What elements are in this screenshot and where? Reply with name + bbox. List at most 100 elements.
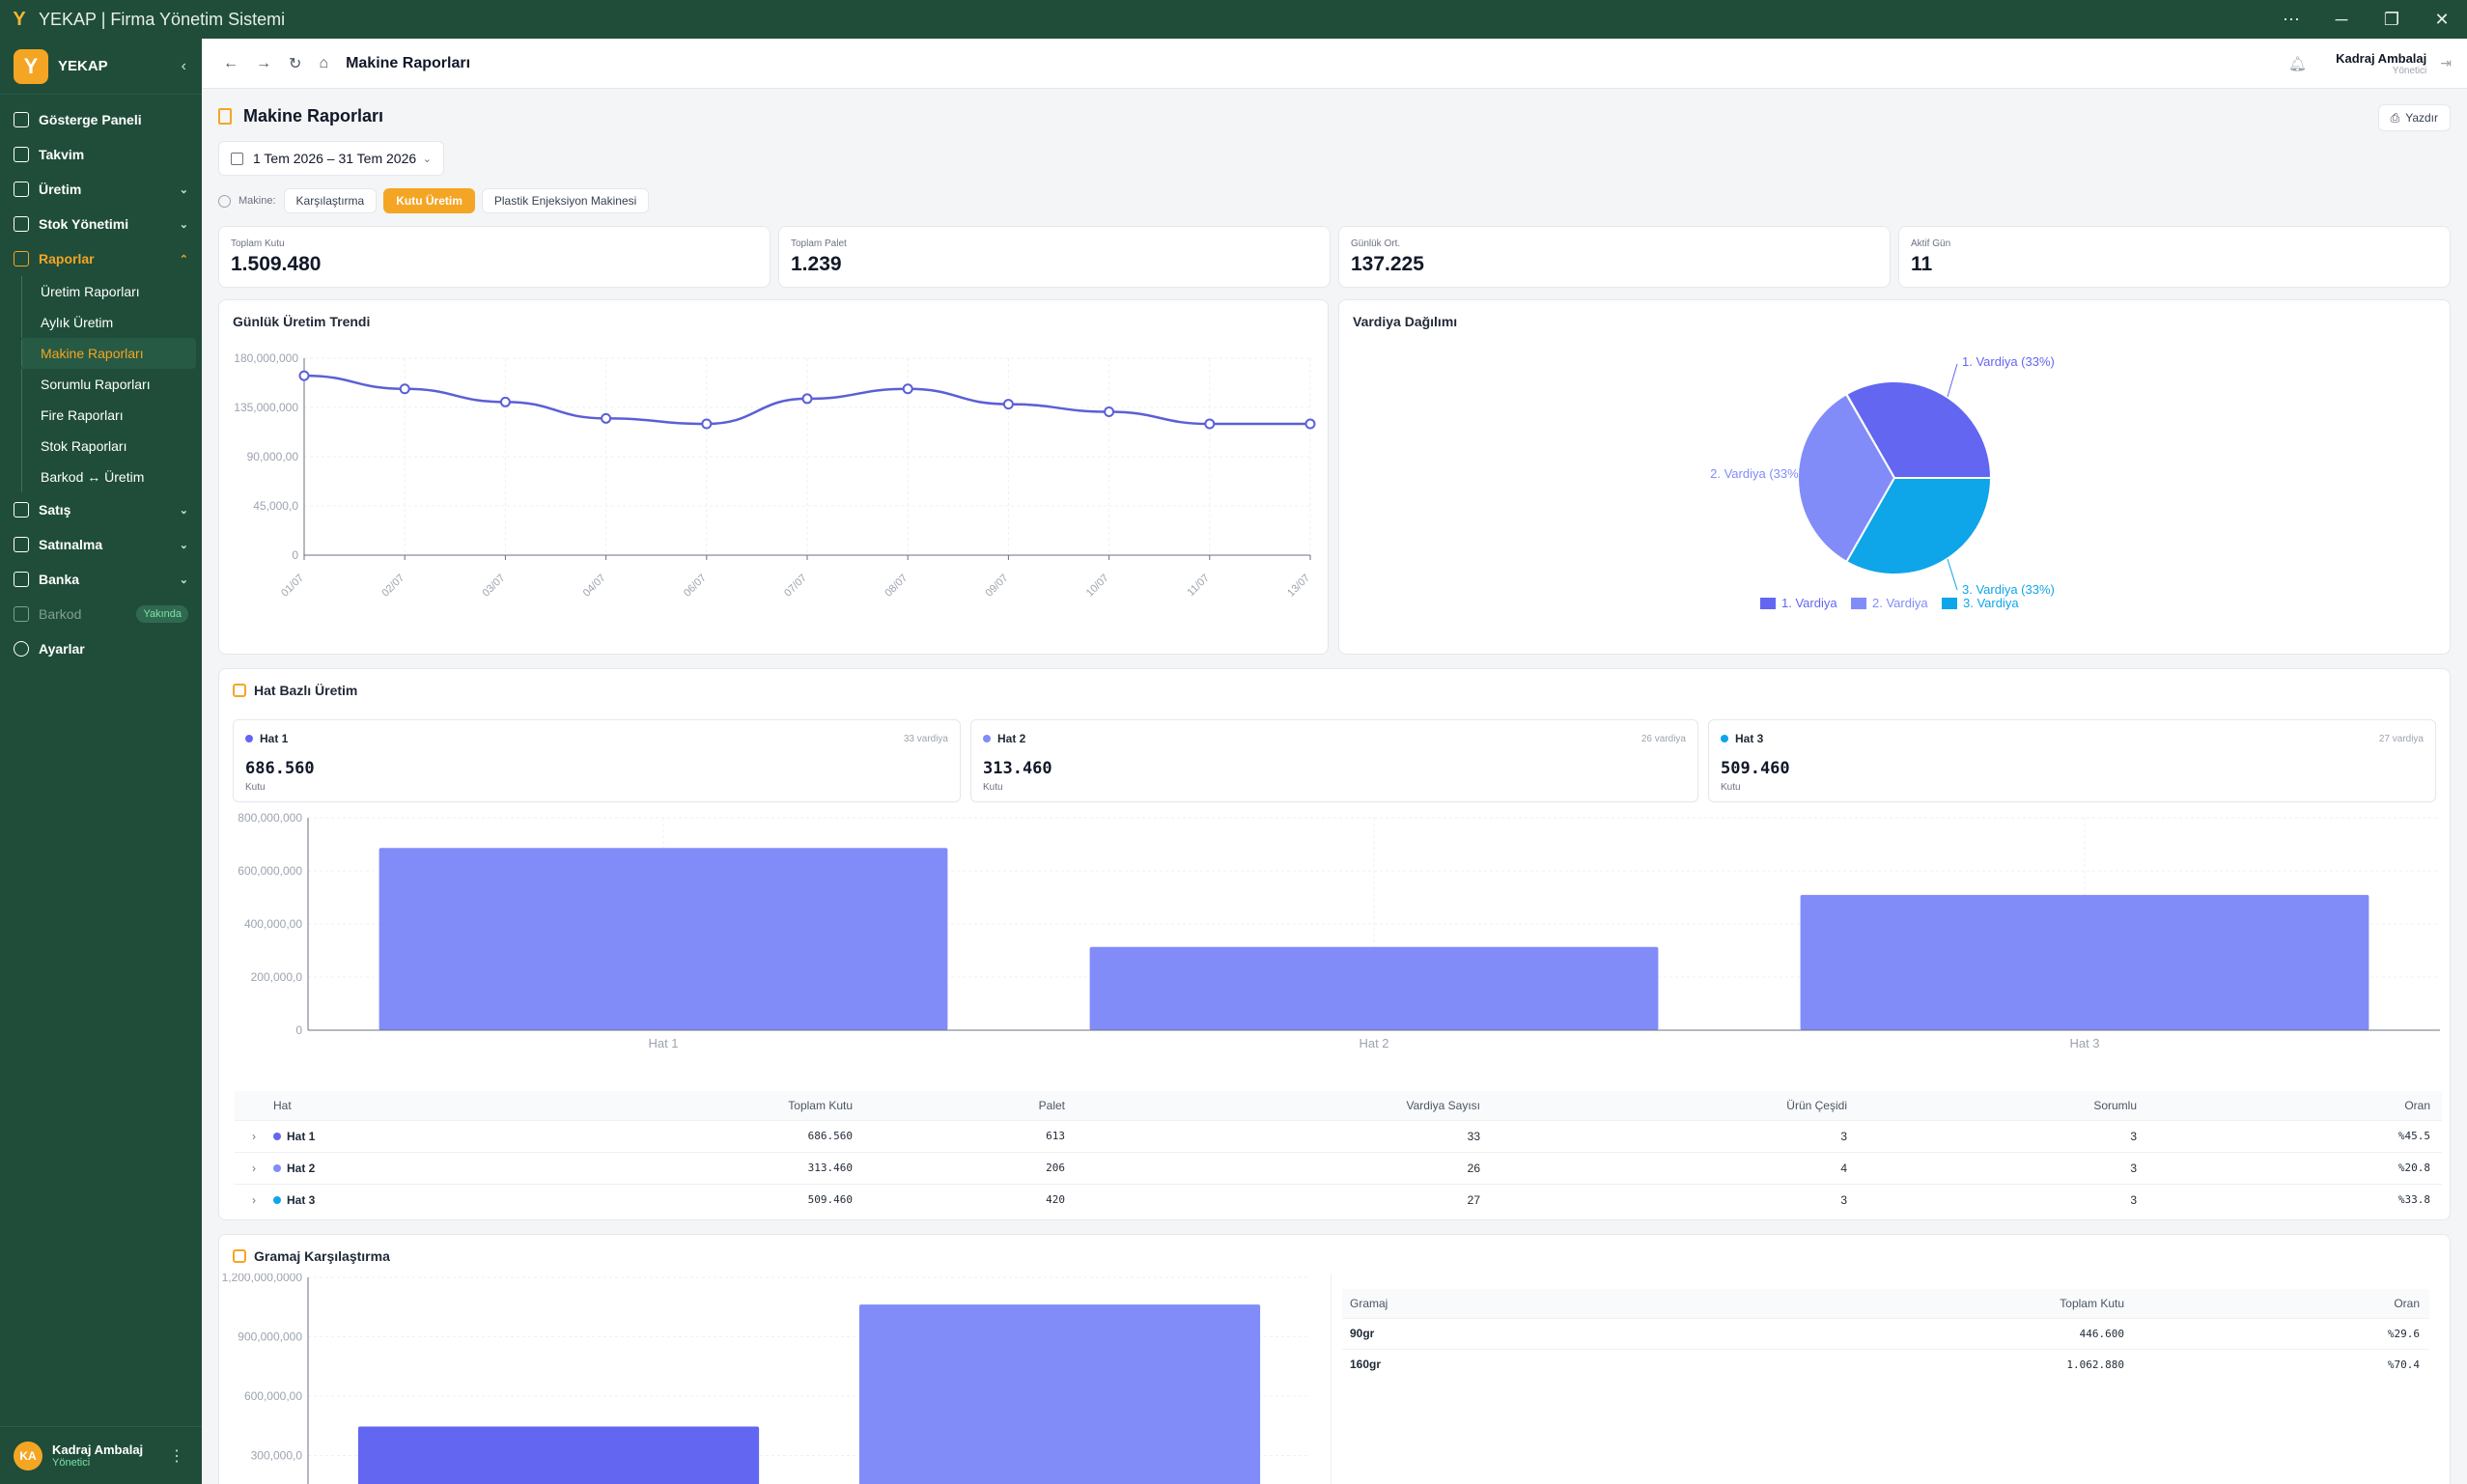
data-point xyxy=(1204,418,1216,430)
sidebar-item-settings[interactable]: Ayarlar xyxy=(0,631,202,666)
sidebar-item-bank[interactable]: Banka ⌄ xyxy=(0,562,202,597)
more-options-icon[interactable]: ⋯ xyxy=(2266,0,2316,39)
y-tick-label: 0 xyxy=(295,1023,302,1037)
document-icon xyxy=(218,108,232,125)
collapse-sidebar-icon[interactable]: ‹ xyxy=(182,58,186,75)
close-button[interactable]: ✕ xyxy=(2417,0,2467,39)
cart-icon xyxy=(14,502,29,518)
y-tick-label: 300,000,0 xyxy=(251,1449,303,1463)
x-tick-label: 09/07 xyxy=(984,573,1011,600)
box-icon xyxy=(14,216,29,232)
sidebar-brand: Y YEKAP ‹ xyxy=(0,39,202,95)
sidebar-item-stock[interactable]: Stok Yönetimi ⌄ xyxy=(0,207,202,241)
sidebar-subitem-production-reports[interactable]: Üretim Raporları xyxy=(21,276,202,307)
table-row: 160gr 1.062.880 %70.4 xyxy=(1342,1348,2429,1380)
x-tick-label: Hat 3 xyxy=(2069,1036,2099,1050)
brand-logo-icon: Y xyxy=(14,48,48,84)
sidebar-subitem-monthly-production[interactable]: Aylık Üretim xyxy=(21,307,202,338)
line-card-hat1: Hat 1 33 vardiya 686.560 Kutu xyxy=(233,719,961,802)
chevron-right-icon[interactable]: › xyxy=(235,1183,273,1216)
calendar-icon xyxy=(14,147,29,162)
x-tick-label: 03/07 xyxy=(481,573,508,600)
branch-icon xyxy=(233,684,246,697)
sidebar-subitem-machine-reports[interactable]: Makine Raporları xyxy=(21,338,196,369)
sidebar-item-reports[interactable]: Raporlar ⌃ xyxy=(0,241,202,276)
brand-name: YEKAP xyxy=(58,58,108,74)
chevron-down-icon: ⌄ xyxy=(179,504,188,517)
shift-distribution-card: Vardiya Dağılımı 1. Vardiya (33%) 2. Vard… xyxy=(1338,299,2451,655)
breadcrumb: Makine Raporları xyxy=(346,54,471,71)
chevron-right-icon[interactable]: › xyxy=(235,1151,273,1184)
print-button[interactable]: ⎙ Yazdır xyxy=(2377,104,2451,131)
daily-trend-chart: 0 45,000,0 90,000,00 135,000,000 180,000,000… xyxy=(234,351,1316,600)
dot-icon xyxy=(273,1195,281,1204)
page-title: Makine Raporları xyxy=(243,106,384,126)
sidebar-item-sales[interactable]: Satış ⌄ xyxy=(0,492,202,527)
y-tick-label: 600,000,000 xyxy=(238,864,302,878)
x-tick-label: 11/07 xyxy=(1186,573,1212,599)
package-icon xyxy=(233,1249,246,1263)
reports-submenu: Üretim Raporları Aylık Üretim Makine Rap… xyxy=(0,276,202,492)
data-point xyxy=(1304,418,1316,430)
table-row[interactable]: › Hat 2 313.460 206 26 4 3 %20.8 xyxy=(235,1151,2442,1184)
minimize-button[interactable]: ─ xyxy=(2316,0,2367,39)
machine-label: Makine: xyxy=(238,195,276,207)
purchase-icon xyxy=(14,537,29,552)
grammage-table: Gramaj Toplam Kutu Oran 90gr 446.600 %29… xyxy=(1342,1289,2429,1380)
dot-icon xyxy=(1721,735,1728,742)
data-point xyxy=(801,393,813,405)
legend-label: 2. Vardiya xyxy=(1872,596,1928,610)
data-point xyxy=(701,418,713,430)
restore-button[interactable]: ❐ xyxy=(2367,0,2417,39)
sidebar-item-dashboard[interactable]: Gösterge Paneli xyxy=(0,102,202,137)
logout-icon[interactable]: ⇥ xyxy=(2440,55,2452,71)
sidebar-subitem-stock-reports[interactable]: Stok Raporları xyxy=(21,431,202,462)
chevron-right-icon[interactable]: › xyxy=(235,1119,273,1152)
tab-plastic-injection[interactable]: Plastik Enjeksiyon Makinesi xyxy=(481,188,650,213)
data-point xyxy=(298,370,310,381)
line-table: Hat Toplam Kutu Palet Vardiya Sayısı Ürü… xyxy=(235,1091,2442,1216)
bell-icon[interactable]: 🔔︎ xyxy=(2288,55,2307,72)
legend-label: 1. Vardiya xyxy=(1781,596,1837,610)
bar xyxy=(378,848,948,1030)
y-tick-label: 800,000,000 xyxy=(238,812,302,825)
user-name: Kadraj Ambalaj xyxy=(52,1442,144,1457)
sidebar-subitem-barcode-production[interactable]: Barkod ↔ Üretim xyxy=(21,462,202,492)
stat-total-pallets: Toplam Palet 1.239 xyxy=(778,226,1331,288)
legend-swatch xyxy=(1942,598,1957,609)
y-tick-label: 0 xyxy=(292,548,298,562)
leader-line xyxy=(1947,558,1958,591)
sidebar-item-barcode: Barkod Yakında xyxy=(0,597,202,631)
window-titlebar: Y YEKAP | Firma Yönetim Sistemi ⋯ ─ ❐ ✕ xyxy=(0,0,2467,39)
table-row[interactable]: › Hat 3 509.460 420 27 3 3 %33.8 xyxy=(235,1183,2442,1216)
stat-total-boxes: Toplam Kutu 1.509.480 xyxy=(218,226,771,288)
refresh-icon[interactable]: ↻ xyxy=(289,54,301,73)
x-tick-label: 01/07 xyxy=(279,573,306,600)
date-range-picker[interactable]: 1 Tem 2026 – 31 Tem 2026 ⌄ xyxy=(218,141,444,176)
back-arrow-icon[interactable]: ← xyxy=(223,55,238,72)
topbar-user-role: Yönetici xyxy=(2392,65,2427,76)
kebab-menu-icon[interactable]: ⋮ xyxy=(169,1446,184,1466)
sidebar-subitem-responsible-reports[interactable]: Sorumlu Raporları xyxy=(21,369,202,400)
data-point xyxy=(601,412,612,424)
y-tick-label: 900,000,000 xyxy=(238,1330,302,1344)
home-icon[interactable]: ⌂ xyxy=(319,55,328,72)
slice-label: 1. Vardiya (33%) xyxy=(1962,354,2055,369)
tab-box-production[interactable]: Kutu Üretim xyxy=(383,188,475,213)
tab-comparison[interactable]: Karşılaştırma xyxy=(283,188,378,213)
slice-label: 2. Vardiya (33%) xyxy=(1710,466,1803,481)
stat-daily-average: Günlük Ort. 137.225 xyxy=(1338,226,1891,288)
forward-arrow-icon[interactable]: → xyxy=(256,55,271,72)
sidebar-item-production[interactable]: Üretim ⌄ xyxy=(0,172,202,207)
table-row[interactable]: › Hat 1 686.560 613 33 3 3 %45.5 xyxy=(235,1119,2442,1152)
bar xyxy=(1089,946,1659,1030)
sidebar-item-purchasing[interactable]: Satınalma ⌄ xyxy=(0,527,202,562)
daily-trend-card: Günlük Üretim Trendi 0 45,000,0 90,000,00 1… xyxy=(218,299,1329,655)
sidebar-user[interactable]: KA Kadraj Ambalaj Yönetici ⋮ xyxy=(0,1426,202,1484)
sidebar-subitem-waste-reports[interactable]: Fire Raporları xyxy=(21,400,202,431)
avatar: KA xyxy=(14,1441,42,1470)
grammage-bar-chart: 0300,000,0600,000,00900,000,0001,200,000… xyxy=(222,1274,1310,1484)
gear-icon xyxy=(218,194,231,208)
stat-active-days: Aktif Gün 11 xyxy=(1898,226,2451,288)
sidebar-item-calendar[interactable]: Takvim xyxy=(0,137,202,172)
